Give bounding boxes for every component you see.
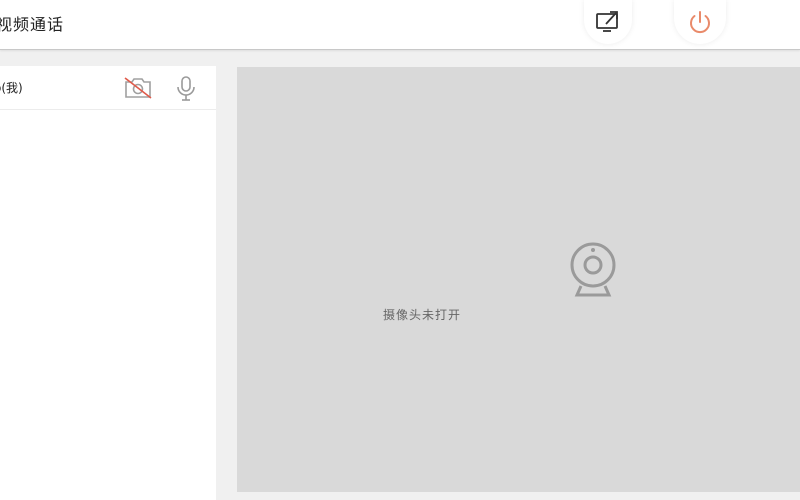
top-bar: 视频通话 <box>0 0 800 50</box>
camera-off-toggle[interactable] <box>122 76 154 104</box>
microphone-icon <box>177 76 195 101</box>
power-icon <box>690 11 710 34</box>
share-screen-icon <box>596 11 618 32</box>
microphone-toggle[interactable] <box>174 75 198 107</box>
hang-up-button[interactable] <box>674 0 726 44</box>
participant-row[interactable]: o(我) <box>0 66 216 110</box>
share-screen-button[interactable] <box>584 0 632 44</box>
page-title: 视频通话 <box>0 15 65 34</box>
video-stage: 摄像头未打开 <box>237 67 800 492</box>
camera-status-text: 摄像头未打开 <box>383 308 462 322</box>
participant-list: o(我) <box>0 66 216 500</box>
camera-placeholder <box>555 239 631 305</box>
participant-name: o(我) <box>0 81 23 95</box>
camera-off-icon <box>124 77 152 99</box>
camera-icon <box>570 242 616 297</box>
